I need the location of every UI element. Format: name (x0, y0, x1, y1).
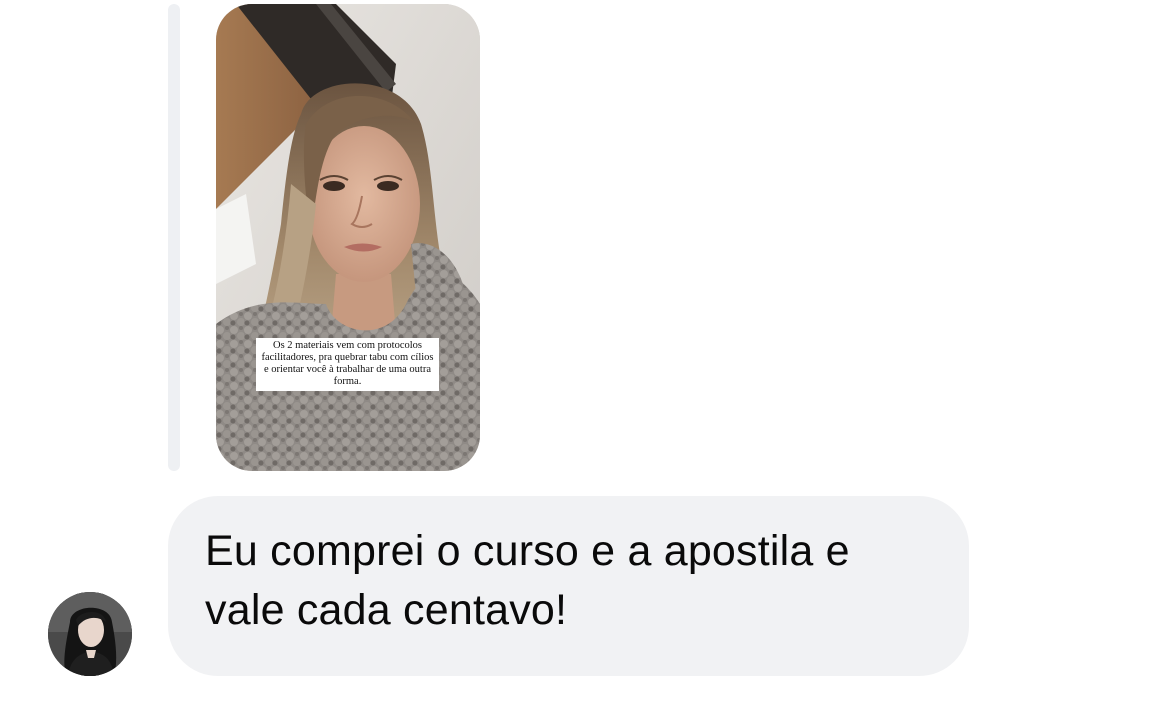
story-caption-text: Os 2 materiais vem com protocolos facili… (256, 338, 439, 391)
story-reply-preview[interactable]: Os 2 materiais vem com protocolos facili… (216, 4, 480, 471)
message-text: Eu comprei o curso e a apostila e vale c… (205, 527, 850, 634)
user-avatar-photo-icon (48, 592, 132, 676)
story-photo (216, 4, 480, 471)
reply-quote-bar (168, 4, 180, 471)
message-bubble[interactable]: Eu comprei o curso e a apostila e vale c… (168, 496, 969, 676)
sender-avatar[interactable] (48, 592, 132, 676)
